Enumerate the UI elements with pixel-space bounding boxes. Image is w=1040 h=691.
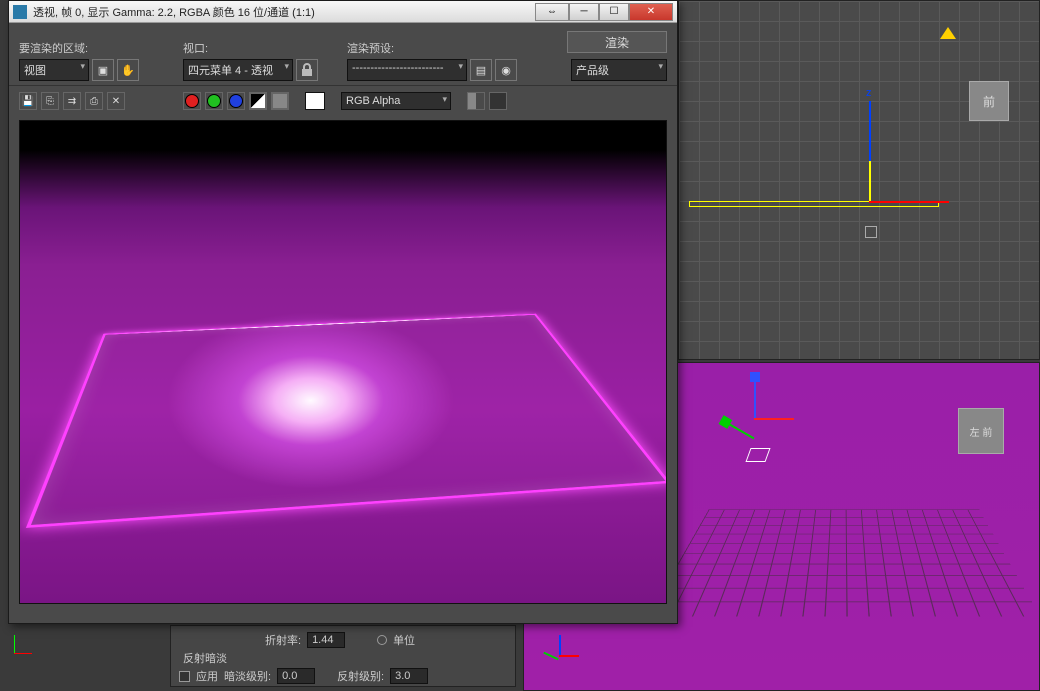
dim-level-spinner[interactable]: 0.0 xyxy=(277,668,315,684)
mono-icon xyxy=(272,93,288,109)
apply-checkbox[interactable] xyxy=(179,671,190,682)
viewport-dropdown[interactable]: 四元菜单 4 - 透视 xyxy=(183,59,293,81)
channel-dropdown[interactable]: RGB Alpha xyxy=(341,92,451,110)
preset-load-icon[interactable]: ▤ xyxy=(470,59,492,81)
viewcube-icon[interactable]: 前 xyxy=(969,81,1009,121)
render-toolbar: 要渲染的区域: 视图 ▣ ✋ 视口: 四元菜单 4 - 透视 渲染预设: ---… xyxy=(9,23,677,85)
blue-dot-icon xyxy=(229,94,243,108)
viewcube-label: 左 前 xyxy=(970,424,993,439)
apply-label: 应用 xyxy=(196,668,218,684)
region-hand-icon[interactable]: ✋ xyxy=(117,59,139,81)
channel-red-toggle[interactable] xyxy=(183,92,201,110)
region-label: 要渲染的区域: xyxy=(19,40,179,56)
channel-green-toggle[interactable] xyxy=(205,92,223,110)
print-icon[interactable]: ⎙ xyxy=(85,92,103,110)
gizmo-y-icon xyxy=(728,423,755,440)
clear-icon[interactable]: ✕ xyxy=(107,92,125,110)
refl-level-spinner[interactable]: 3.0 xyxy=(390,668,428,684)
lock-icon[interactable] xyxy=(296,59,318,81)
maximize-button[interactable]: ☐ xyxy=(599,3,629,21)
window-title: 透视, 帧 0, 显示 Gamma: 2.2, RGBA 颜色 16 位/通道 … xyxy=(33,4,535,20)
layout-split-icon[interactable] xyxy=(467,92,485,110)
unit-label: 单位 xyxy=(393,632,415,648)
channel-blue-toggle[interactable] xyxy=(227,92,245,110)
copy-icon[interactable]: ⎘ xyxy=(41,92,59,110)
image-toolbar: 💾 ⎘ ⇉ ⎙ ✕ RGB Alpha xyxy=(9,85,677,116)
viewcube-label: 前 xyxy=(983,93,995,110)
viewport-label: 视口: xyxy=(183,40,343,56)
refl-level-label: 反射级别: xyxy=(337,668,384,684)
axis-x-icon xyxy=(869,201,949,203)
render-frame-window: 透视, 帧 0, 显示 Gamma: 2.2, RGBA 颜色 16 位/通道 … xyxy=(8,0,678,624)
app-icon xyxy=(13,5,27,19)
gizmo-center-icon[interactable] xyxy=(865,226,877,238)
render-button[interactable]: 渲染 xyxy=(567,31,667,53)
gizmo-object-icon xyxy=(745,448,770,462)
lock-svg-icon xyxy=(299,62,315,78)
drag-handle-icon[interactable]: ⇔ xyxy=(535,3,569,21)
viewport-grid xyxy=(679,1,1039,359)
titlebar[interactable]: 透视, 帧 0, 显示 Gamma: 2.2, RGBA 颜色 16 位/通道 … xyxy=(9,1,677,23)
render-output-view[interactable] xyxy=(19,120,667,604)
axis-y-icon xyxy=(869,161,871,201)
viewcube-icon[interactable]: 左 前 xyxy=(958,408,1004,454)
clone-icon[interactable]: ⇉ xyxy=(63,92,81,110)
gizmo-x-icon xyxy=(754,418,794,420)
axis-z-icon xyxy=(869,101,871,161)
gizmo-z-icon xyxy=(754,378,756,418)
reflect-dim-label: 反射暗淡 xyxy=(183,650,227,666)
region-dropdown[interactable]: 视图 xyxy=(19,59,89,81)
channel-mono-toggle[interactable] xyxy=(271,92,289,110)
preset-dropdown[interactable]: ------------------------- xyxy=(347,59,467,81)
ior-label: 折射率: xyxy=(265,632,301,648)
save-icon[interactable]: 💾 xyxy=(19,92,37,110)
unit-radio[interactable] xyxy=(377,635,387,645)
channel-alpha-toggle[interactable] xyxy=(249,92,267,110)
alpha-icon xyxy=(250,93,266,109)
camera-marker-icon xyxy=(940,27,956,39)
ior-spinner[interactable]: 1.44 xyxy=(307,632,345,648)
render-mode-dropdown[interactable]: 产品级 xyxy=(571,59,667,81)
world-axes-icon xyxy=(539,635,579,675)
layout-single-icon[interactable] xyxy=(489,92,507,110)
preset-settings-icon[interactable]: ◉ xyxy=(495,59,517,81)
preset-label: 渲染预设: xyxy=(347,40,537,56)
region-edit-icon[interactable]: ▣ xyxy=(92,59,114,81)
floor-grid xyxy=(648,509,1040,616)
corner-axes-icon xyxy=(8,635,48,675)
bottom-toolbar: 折射率: 1.44 单位 反射暗淡 应用 暗淡级别: 0.0 反射级别: 3.0 xyxy=(0,621,520,691)
rendered-glass-object xyxy=(26,314,667,528)
close-button[interactable]: ✕ xyxy=(629,3,673,21)
dim-level-label: 暗淡级别: xyxy=(224,668,271,684)
top-viewport[interactable]: 前 xyxy=(678,0,1040,360)
red-dot-icon xyxy=(185,94,199,108)
minimize-button[interactable]: ─ xyxy=(569,3,599,21)
bg-color-swatch[interactable] xyxy=(305,92,325,110)
green-dot-icon xyxy=(207,94,221,108)
